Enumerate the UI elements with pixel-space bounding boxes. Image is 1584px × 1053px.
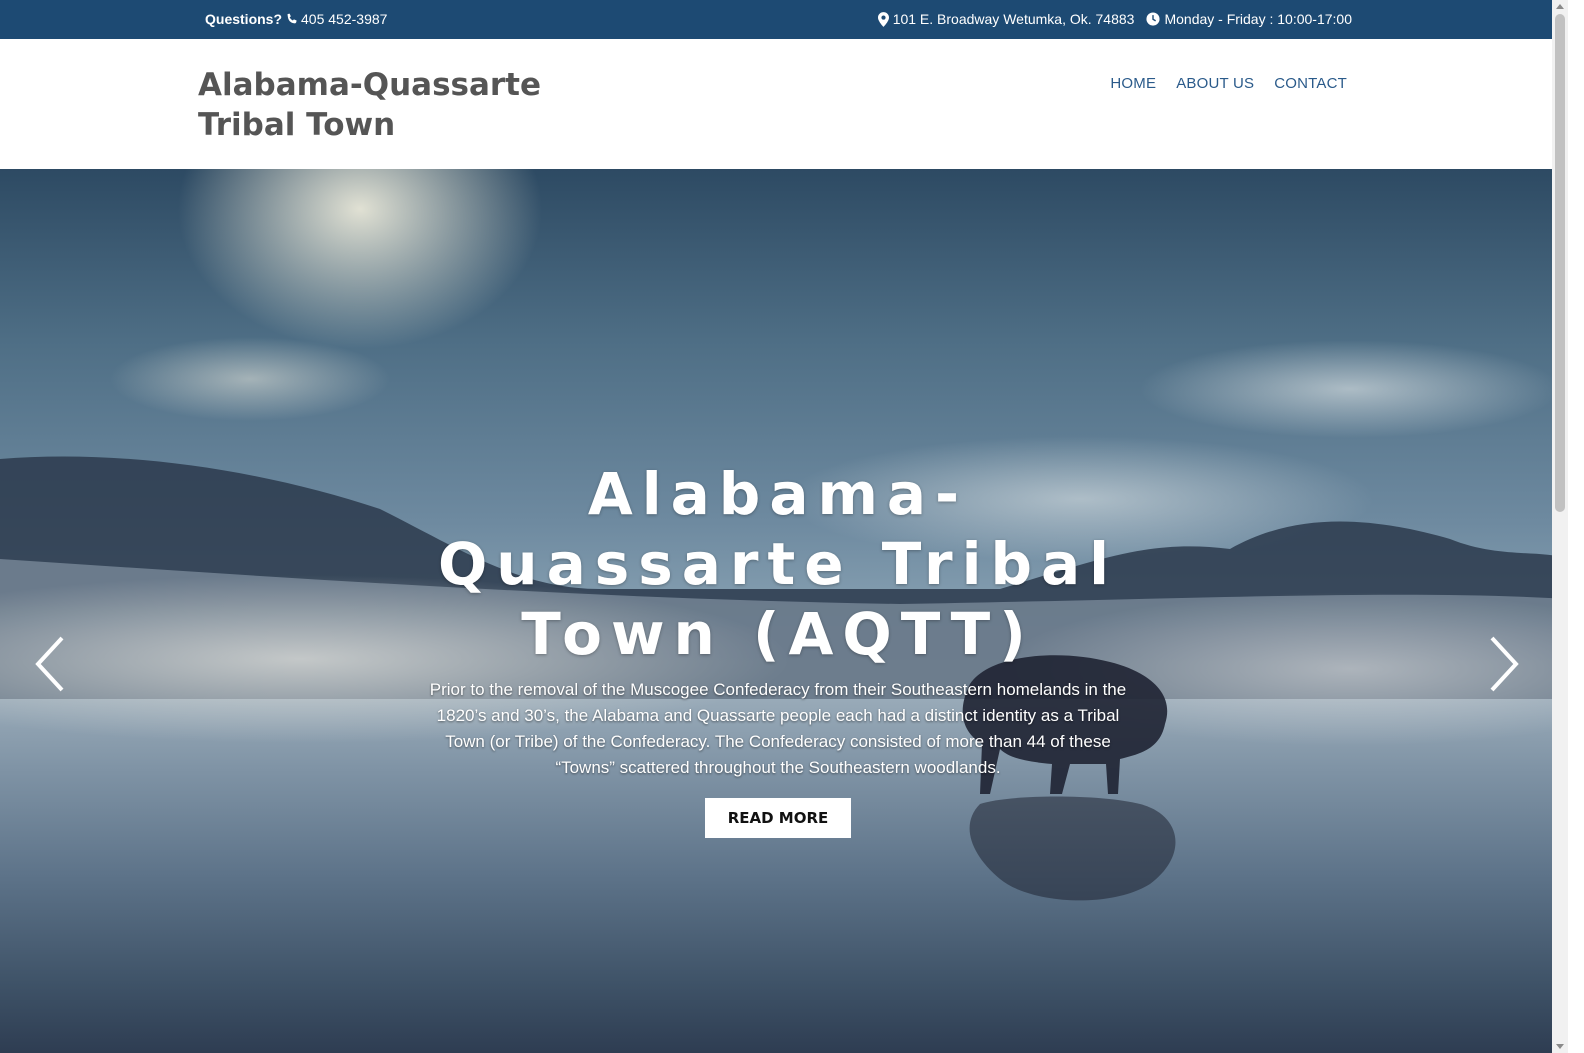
hours-text: Monday - Friday : 10:00-17:00 <box>1164 11 1352 27</box>
site-title[interactable]: Alabama-Quassarte Tribal Town <box>198 65 578 145</box>
clock-icon <box>1146 12 1161 26</box>
slider-next-button[interactable] <box>1484 634 1524 694</box>
questions-label: Questions? <box>205 11 283 27</box>
contact-phone: Questions? 405 452-3987 <box>205 11 387 27</box>
slider-prev-button[interactable] <box>30 634 70 694</box>
page-scrollbar[interactable] <box>1552 0 1568 1053</box>
hero-title: Alabama-Quassarte Tribal Town (AQTT) <box>438 460 1118 668</box>
scrollbar-thumb[interactable] <box>1555 14 1565 512</box>
nav-home[interactable]: HOME <box>1110 75 1156 92</box>
top-info-bar: Questions? 405 452-3987 101 E. Broadway … <box>0 0 1568 39</box>
hero-text: Prior to the removal of the Muscogee Con… <box>429 680 1127 777</box>
chevron-left-icon <box>35 636 64 692</box>
phone-icon <box>285 13 298 26</box>
nav-about-us[interactable]: ABOUT US <box>1176 75 1254 92</box>
hero-caption: Alabama-Quassarte Tribal Town (AQTT) Pri… <box>420 459 1136 838</box>
hero-slider: Alabama-Quassarte Tribal Town (AQTT) Pri… <box>0 169 1568 1053</box>
address-hours: 101 E. Broadway Wetumka, Ok. 74883 Monda… <box>877 11 1352 27</box>
page-edge <box>1568 0 1584 1053</box>
main-nav: HOME ABOUT US CONTACT <box>1110 75 1347 92</box>
phone-link[interactable]: 405 452-3987 <box>301 11 387 27</box>
read-more-button[interactable]: READ MORE <box>705 798 851 838</box>
map-marker-icon <box>877 11 889 27</box>
nav-contact[interactable]: CONTACT <box>1274 75 1347 92</box>
chevron-right-icon <box>1490 636 1519 692</box>
site-header: Alabama-Quassarte Tribal Town HOME ABOUT… <box>0 39 1568 169</box>
scroll-up-arrow-icon[interactable] <box>1556 4 1564 9</box>
scroll-down-arrow-icon[interactable] <box>1556 1044 1564 1049</box>
address-text: 101 E. Broadway Wetumka, Ok. 74883 <box>892 11 1135 27</box>
